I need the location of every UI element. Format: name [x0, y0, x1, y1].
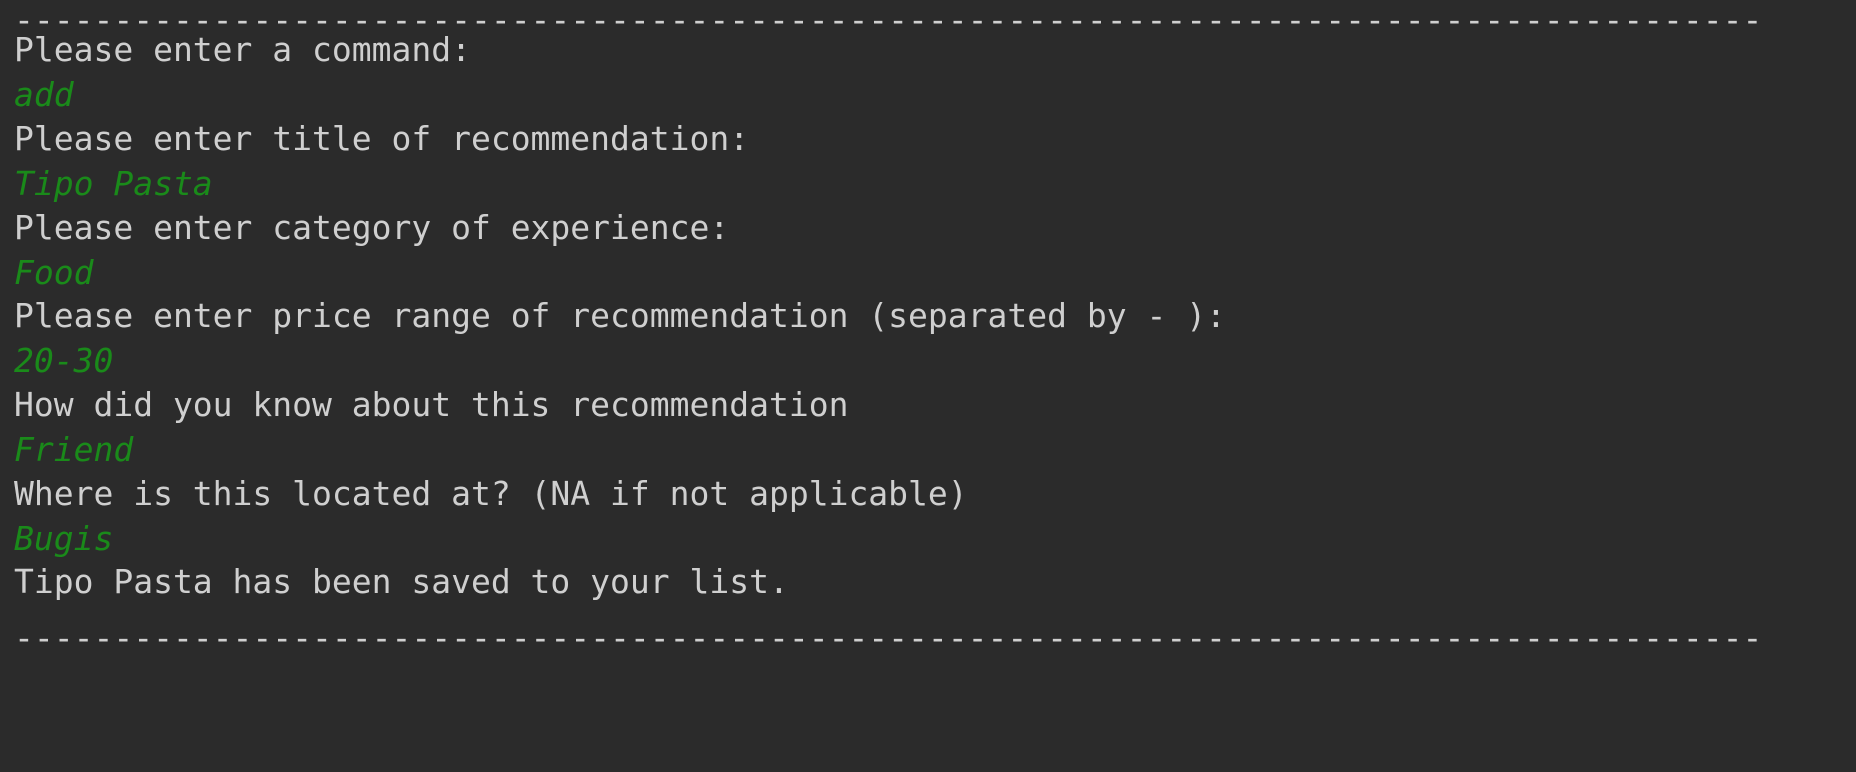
user-input-command: add: [14, 75, 74, 114]
user-input-price-range: 20-30: [14, 341, 114, 380]
prompt-source: How did you know about this recommendati…: [14, 385, 849, 424]
console-output[interactable]: ----------------------------------------…: [14, 0, 1844, 772]
user-input-title: Tipo Pasta: [14, 164, 213, 203]
user-input-category: Food: [14, 253, 94, 292]
divider-bottom: ----------------------------------------…: [14, 618, 1763, 657]
user-input-location: Bugis: [14, 519, 114, 558]
prompt-command: Please enter a command:: [14, 30, 471, 69]
prompt-category: Please enter category of experience:: [14, 208, 730, 247]
prompt-location: Where is this located at? (NA if not app…: [14, 474, 968, 513]
prompt-title: Please enter title of recommendation:: [14, 119, 750, 158]
user-input-source: Friend: [14, 430, 134, 469]
confirmation-message: Tipo Pasta has been saved to your list.: [14, 562, 789, 601]
prompt-price-range: Please enter price range of recommendati…: [14, 296, 1226, 335]
